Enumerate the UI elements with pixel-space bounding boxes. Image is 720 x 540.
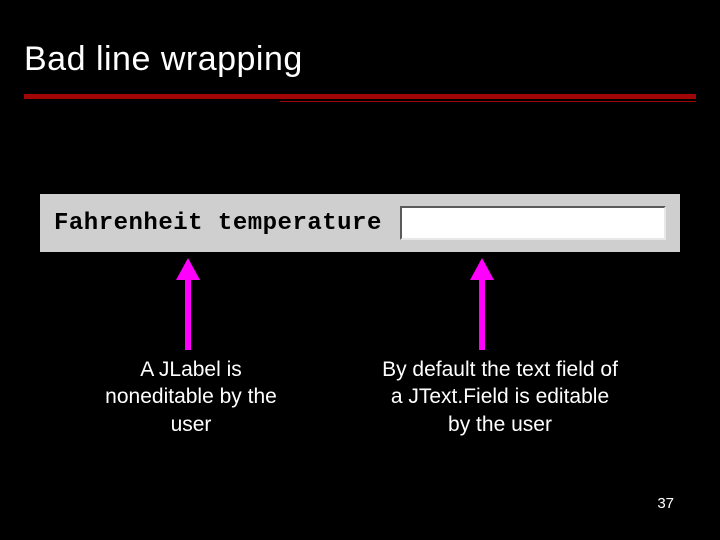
swing-panel: Fahrenheit temperature — [40, 194, 680, 252]
title-area: Bad line wrapping — [24, 40, 696, 79]
page-number: 37 — [657, 495, 674, 512]
arrow-up-icon — [470, 258, 494, 350]
title-underline — [24, 94, 696, 99]
caption-right: By default the text field of a JText.Fie… — [380, 356, 620, 438]
jtextfield[interactable] — [400, 206, 666, 240]
jlabel: Fahrenheit temperature — [54, 210, 382, 237]
arrow-up-icon — [176, 258, 200, 350]
slide: Bad line wrapping Fahrenheit temperature… — [0, 0, 720, 540]
page-title: Bad line wrapping — [24, 40, 696, 79]
caption-left: A JLabel is noneditable by the user — [96, 356, 286, 438]
title-underline-thin — [280, 101, 696, 102]
